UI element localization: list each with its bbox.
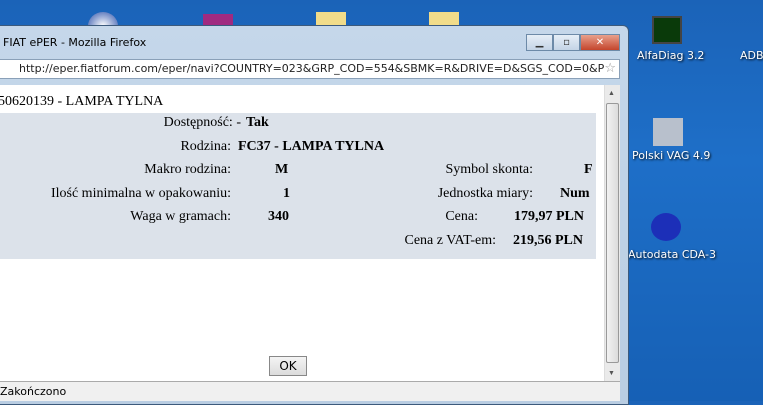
desktop-label-autodata[interactable]: Autodata CDA-3 <box>628 248 716 261</box>
window-title: FIAT ePER - Mozilla Firefox <box>3 36 147 49</box>
macro-family-value: M <box>275 162 289 177</box>
scroll-up-icon[interactable]: ▲ <box>608 89 615 97</box>
page-content: 50620139 - LAMPA TYLNA Dostępność: - Tak … <box>0 85 620 381</box>
family-label: Rodzina: <box>180 139 231 154</box>
desktop-label-polski-vag[interactable]: Polski VAG 4.9 <box>632 149 710 162</box>
price-value: 179,97 PLN <box>514 209 584 224</box>
part-details-table: Dostępność: - Tak Rodzina: FC37 - LAMPA TY… <box>0 113 596 259</box>
url-text: http://eper.fiatforum.com/eper/navi?COUN… <box>19 62 605 75</box>
vat-price-label: Cena z VAT-em: <box>404 233 496 248</box>
title-bar[interactable]: FIAT ePER - Mozilla Firefox ▁ ▫ ✕ <box>0 26 628 56</box>
min-qty-label: Ilość minimalna w opakowaniu: <box>50 186 231 201</box>
desktop-icon-alfadiag[interactable] <box>652 16 682 44</box>
scroll-down-icon[interactable]: ▼ <box>608 369 615 377</box>
address-bar[interactable]: http://eper.fiatforum.com/eper/navi?COUN… <box>0 59 620 79</box>
desktop-icon-autodata[interactable] <box>651 213 681 241</box>
macro-family-label: Makro rodzina: <box>144 162 231 177</box>
status-text: Zakończono <box>0 385 67 398</box>
weight-value: 340 <box>268 209 289 224</box>
unit-label: Jednostka miary: <box>437 186 533 201</box>
unit-value: Num <box>560 186 590 201</box>
availability-value: Tak <box>246 115 269 130</box>
min-qty-value: 1 <box>283 186 290 201</box>
bookmark-star-icon[interactable]: ☆ <box>604 60 616 78</box>
desktop-icon-polski-vag[interactable] <box>653 118 683 146</box>
status-bar: Zakończono <box>0 381 620 401</box>
desktop-label-adb[interactable]: ADB <box>740 49 763 62</box>
family-value: FC37 - LAMPA TYLNA <box>238 139 385 154</box>
scroll-thumb[interactable] <box>606 103 619 363</box>
weight-label: Waga w gramach: <box>130 209 231 224</box>
availability-label: Dostępność: - <box>163 115 241 130</box>
vat-price-value: 219,56 PLN <box>513 233 583 248</box>
firefox-window: FIAT ePER - Mozilla Firefox ▁ ▫ ✕ http:/… <box>0 25 629 405</box>
price-label: Cena: <box>445 209 478 224</box>
vertical-scrollbar[interactable]: ▲ ▼ <box>604 85 620 381</box>
page-heading: 50620139 - LAMPA TYLNA <box>0 94 164 109</box>
discount-value: F <box>584 162 593 177</box>
close-button[interactable]: ✕ <box>580 34 620 51</box>
ok-button[interactable]: OK <box>269 356 307 376</box>
minimize-button[interactable]: ▁ <box>526 34 553 51</box>
discount-label: Symbol skonta: <box>445 162 533 177</box>
maximize-button[interactable]: ▫ <box>553 34 580 51</box>
desktop-label-alfadiag[interactable]: AlfaDiag 3.2 <box>637 49 704 62</box>
